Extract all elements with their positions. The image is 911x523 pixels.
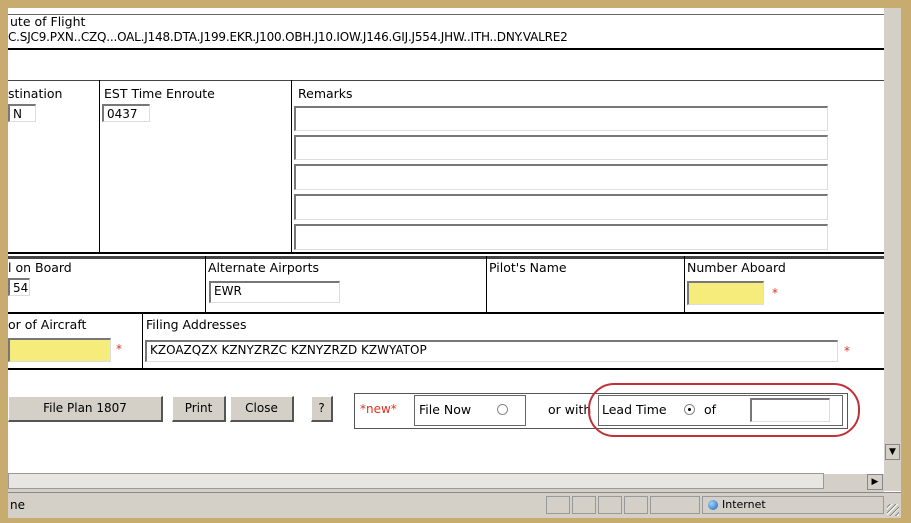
highlight-circle: [588, 383, 860, 437]
route-label: ute of Flight: [10, 14, 86, 29]
top-rule: [8, 14, 901, 15]
destination-label: stination: [8, 86, 63, 101]
remarks-line-2[interactable]: [294, 135, 828, 160]
destination-field[interactable]: N: [8, 104, 36, 122]
number-aboard-field[interactable]: [687, 281, 764, 305]
scrollbar-thumb[interactable]: [8, 473, 824, 489]
fuel-field[interactable]: 54: [8, 278, 30, 296]
new-tag: *new*: [360, 402, 397, 416]
status-pane-2: [572, 496, 596, 514]
row1-bottom: [8, 252, 901, 254]
row2-top: [8, 256, 901, 259]
resize-grip-icon[interactable]: [887, 504, 899, 516]
divider-1: [99, 80, 100, 252]
status-pane-1: [546, 496, 570, 514]
row3-bottom: [8, 368, 901, 370]
file-now-label: File Now: [419, 402, 472, 417]
globe-icon: [708, 500, 718, 510]
remarks-line-4[interactable]: [294, 194, 828, 220]
help-button[interactable]: ?: [311, 396, 333, 422]
filing-addresses-field[interactable]: KZOAZQZX KZNYZRZC KZNYZRZD KZWYATOP: [145, 340, 838, 362]
est-time-field[interactable]: 0437: [102, 104, 150, 122]
number-aboard-required-marker: *: [772, 286, 778, 300]
color-required-marker: *: [116, 342, 122, 356]
color-label: or of Aircraft: [8, 317, 87, 332]
close-button[interactable]: Close: [230, 396, 294, 422]
route-value[interactable]: C.SJC9.PXN..CZQ...OAL.J148.DTA.J199.EKR.…: [8, 30, 568, 44]
row1-top: [8, 80, 901, 81]
pilots-name-label: Pilot's Name: [489, 260, 567, 275]
filing-addresses-label: Filing Addresses: [146, 317, 247, 332]
filing-addresses-required-marker: *: [844, 344, 850, 358]
remarks-line-3[interactable]: [294, 164, 828, 190]
browser-window: ute of Flight C.SJC9.PXN..CZQ...OAL.J148…: [8, 8, 901, 518]
scroll-down-arrow-icon[interactable]: ▼: [885, 444, 900, 460]
file-now-radio[interactable]: [497, 404, 508, 415]
number-aboard-label: Number Aboard: [687, 260, 786, 275]
divider-6: [142, 314, 143, 370]
fuel-label: l on Board: [8, 260, 72, 275]
divider-2: [291, 80, 292, 252]
status-pane-5: [650, 496, 700, 514]
alternate-field[interactable]: EWR: [209, 281, 340, 303]
file-plan-button[interactable]: File Plan 1807: [8, 396, 163, 422]
remarks-line-5[interactable]: [294, 224, 828, 250]
status-pane-4: [624, 496, 648, 514]
vertical-scrollbar[interactable]: [884, 8, 901, 491]
or-with-label: or with: [548, 402, 592, 417]
divider-3: [205, 256, 206, 312]
scroll-right-arrow-icon[interactable]: ▶: [867, 474, 883, 490]
divider-4: [486, 256, 487, 312]
zone-label: Internet: [722, 498, 766, 511]
divider-5: [684, 256, 685, 312]
color-field[interactable]: [8, 338, 111, 362]
screenshot-frame: ute of Flight C.SJC9.PXN..CZQ...OAL.J148…: [0, 0, 911, 523]
remarks-line-1[interactable]: [294, 106, 828, 131]
status-text: ne: [10, 498, 25, 512]
alternate-label: Alternate Airports: [208, 260, 319, 275]
est-time-label: EST Time Enroute: [104, 86, 215, 101]
status-pane-3: [598, 496, 622, 514]
print-button[interactable]: Print: [172, 396, 226, 422]
remarks-label: Remarks: [298, 86, 353, 101]
route-box-bottom: [8, 48, 893, 50]
